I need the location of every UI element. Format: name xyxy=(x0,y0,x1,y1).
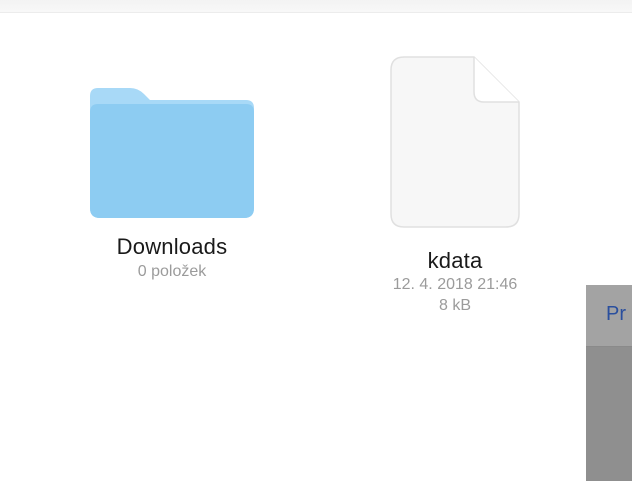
file-item-downloads[interactable]: Downloads 0 položek xyxy=(72,88,272,282)
top-toolbar xyxy=(0,0,632,13)
context-menu: Pr xyxy=(586,285,632,481)
file-name: Downloads xyxy=(116,234,228,259)
context-menu-item[interactable]: Pr xyxy=(586,285,632,347)
file-name: kdata xyxy=(427,248,483,273)
file-item-kdata[interactable]: kdata 12. 4. 2018 21:46 8 kB xyxy=(355,56,555,316)
document-icon xyxy=(390,56,520,228)
file-size: 8 kB xyxy=(438,297,471,314)
folder-icon xyxy=(90,88,254,218)
item-count: 0 položek xyxy=(137,263,207,280)
file-date: 12. 4. 2018 21:46 xyxy=(392,276,518,293)
